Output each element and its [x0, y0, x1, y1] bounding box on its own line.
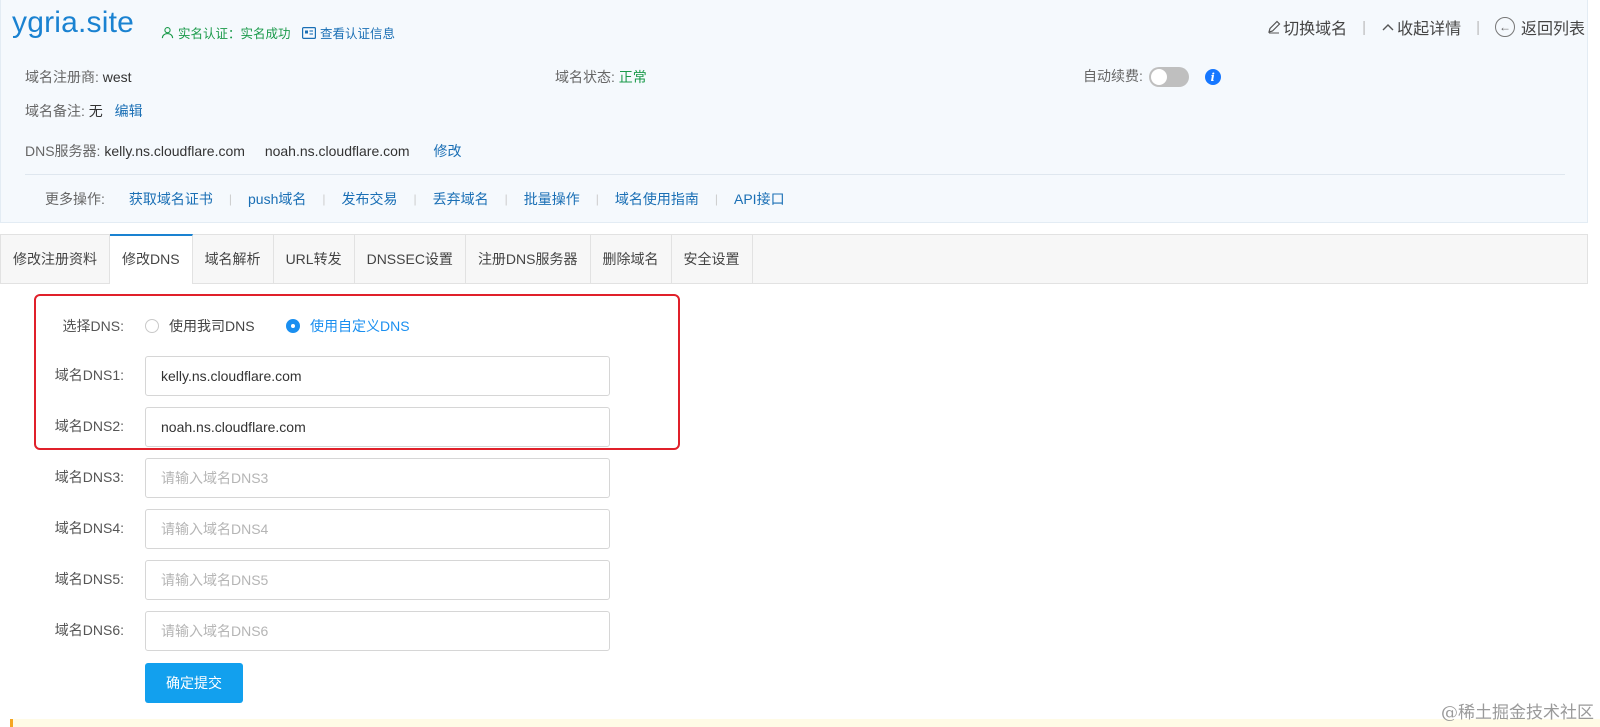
dns4-input[interactable]: [145, 509, 610, 549]
remark-edit-link[interactable]: 编辑: [115, 103, 143, 119]
separator: |: [1476, 18, 1480, 36]
dns5-input[interactable]: [145, 560, 610, 600]
dns4-label: 域名DNS4:: [54, 520, 124, 536]
back-label: 返回列表: [1520, 21, 1585, 38]
notice-bar: [10, 719, 1600, 727]
dns1-label: 域名DNS1:: [54, 367, 124, 383]
dns3-input[interactable]: [145, 458, 610, 498]
tab-modify-dns[interactable]: 修改DNS: [110, 234, 193, 284]
id-card-icon: [302, 26, 316, 39]
batch-operations-link[interactable]: 批量操作: [524, 189, 580, 209]
tab-register-dns-server[interactable]: 注册DNS服务器: [466, 235, 591, 283]
dns1-input[interactable]: [145, 356, 610, 396]
watermark: @稀土掘金技术社区: [1441, 703, 1594, 723]
dns2-label: 域名DNS2:: [54, 418, 124, 434]
more-ops-label: 更多操作:: [45, 191, 105, 207]
registrar-row: 域名注册商: west: [25, 67, 132, 87]
info-icon[interactable]: i: [1204, 69, 1221, 86]
separator: |: [228, 192, 233, 206]
edit-icon: [1268, 20, 1281, 34]
autorenew-row: 自动续费: i: [1083, 66, 1221, 88]
tab-delete-domain[interactable]: 删除域名: [591, 235, 672, 283]
arrow-left-icon: ←: [1494, 17, 1515, 37]
more-operations: 更多操作: 获取域名证书 | push域名 | 发布交易 | 丢弃域名 | 批量…: [45, 189, 785, 209]
tab-dnssec[interactable]: DNSSEC设置: [355, 235, 466, 283]
publish-trade-link[interactable]: 发布交易: [342, 189, 398, 209]
radio-use-our-dns[interactable]: 使用我司DNS: [145, 316, 255, 336]
select-dns-label: 选择DNS:: [62, 318, 124, 334]
back-to-list-button[interactable]: ← 返回列表: [1494, 15, 1585, 39]
domain-info-panel: ygria.site 实名认证：实名成功 查看认证信息 切换域名 | 收起详情 …: [0, 0, 1588, 223]
dns-server-2: noah.ns.cloudflare.com: [264, 143, 410, 159]
tab-dns-resolution[interactable]: 域名解析: [193, 235, 274, 283]
view-cert-label: 查看认证信息: [320, 27, 396, 41]
get-certificate-link[interactable]: 获取域名证书: [129, 189, 213, 209]
chevron-up-icon: [1382, 24, 1394, 31]
status-value: 正常: [618, 69, 647, 85]
tab-url-forwarding[interactable]: URL转发: [274, 235, 355, 283]
dns-modify-link[interactable]: 修改: [433, 143, 461, 159]
dns-server-1: kelly.ns.cloudflare.com: [104, 143, 245, 159]
registrar-label: 域名注册商:: [25, 69, 99, 85]
remark-row: 域名备注: 无 编辑: [25, 101, 143, 121]
tab-edit-registration[interactable]: 修改注册资料: [1, 235, 110, 283]
dns3-label: 域名DNS3:: [54, 469, 124, 485]
discard-domain-link[interactable]: 丢弃域名: [433, 189, 489, 209]
radio-circle: [145, 319, 159, 333]
view-cert-link[interactable]: 查看认证信息: [302, 23, 395, 42]
collapse-label: 收起详情: [1397, 21, 1462, 38]
radio-custom-dns-label: 使用自定义DNS: [310, 318, 410, 334]
user-icon: [161, 27, 174, 39]
dns6-label: 域名DNS6:: [54, 622, 124, 638]
registrar-value: west: [102, 69, 132, 85]
radio-our-dns-label: 使用我司DNS: [169, 318, 255, 334]
switch-domain-label: 切换域名: [1283, 21, 1348, 38]
separator: |: [322, 192, 326, 206]
collapse-details-button[interactable]: 收起详情: [1381, 15, 1461, 39]
divider: [25, 174, 1565, 175]
dns2-input[interactable]: [145, 407, 610, 447]
separator: |: [1362, 18, 1367, 36]
toggle-knob: [1150, 69, 1167, 86]
dns6-input[interactable]: [145, 611, 610, 651]
dns-label: DNS服务器:: [25, 143, 101, 159]
usage-guide-link[interactable]: 域名使用指南: [615, 189, 699, 209]
autorenew-label: 自动续费:: [1083, 68, 1143, 84]
top-actions: 切换域名 | 收起详情 | ← 返回列表: [1267, 15, 1585, 39]
remark-label: 域名备注:: [25, 103, 85, 119]
status-label: 域名状态:: [555, 69, 615, 85]
dns-server-row: DNS服务器: kelly.ns.cloudflare.com noah.ns.…: [25, 141, 461, 161]
api-link[interactable]: API接口: [734, 189, 785, 209]
separator: |: [714, 192, 718, 206]
status-row: 域名状态: 正常: [555, 67, 647, 87]
switch-domain-button[interactable]: 切换域名: [1267, 15, 1347, 39]
separator: |: [504, 192, 508, 206]
verification-text: 实名认证：实名成功: [178, 27, 291, 41]
dns5-label: 域名DNS5:: [54, 571, 124, 587]
verification-status: 实名认证：实名成功: [161, 23, 291, 42]
push-domain-link[interactable]: push域名: [248, 189, 306, 209]
autorenew-toggle[interactable]: [1148, 67, 1189, 88]
separator: |: [413, 192, 417, 206]
submit-button[interactable]: 确定提交: [145, 663, 243, 703]
tab-security-settings[interactable]: 安全设置: [672, 235, 753, 283]
separator: |: [595, 192, 599, 206]
remark-value: 无: [88, 103, 103, 119]
page-title: ygria.site: [12, 6, 135, 39]
radio-use-custom-dns[interactable]: 使用自定义DNS: [286, 316, 410, 336]
tab-bar: 修改注册资料 修改DNS 域名解析 URL转发 DNSSEC设置 注册DNS服务…: [0, 234, 1588, 284]
radio-circle: [286, 319, 300, 333]
